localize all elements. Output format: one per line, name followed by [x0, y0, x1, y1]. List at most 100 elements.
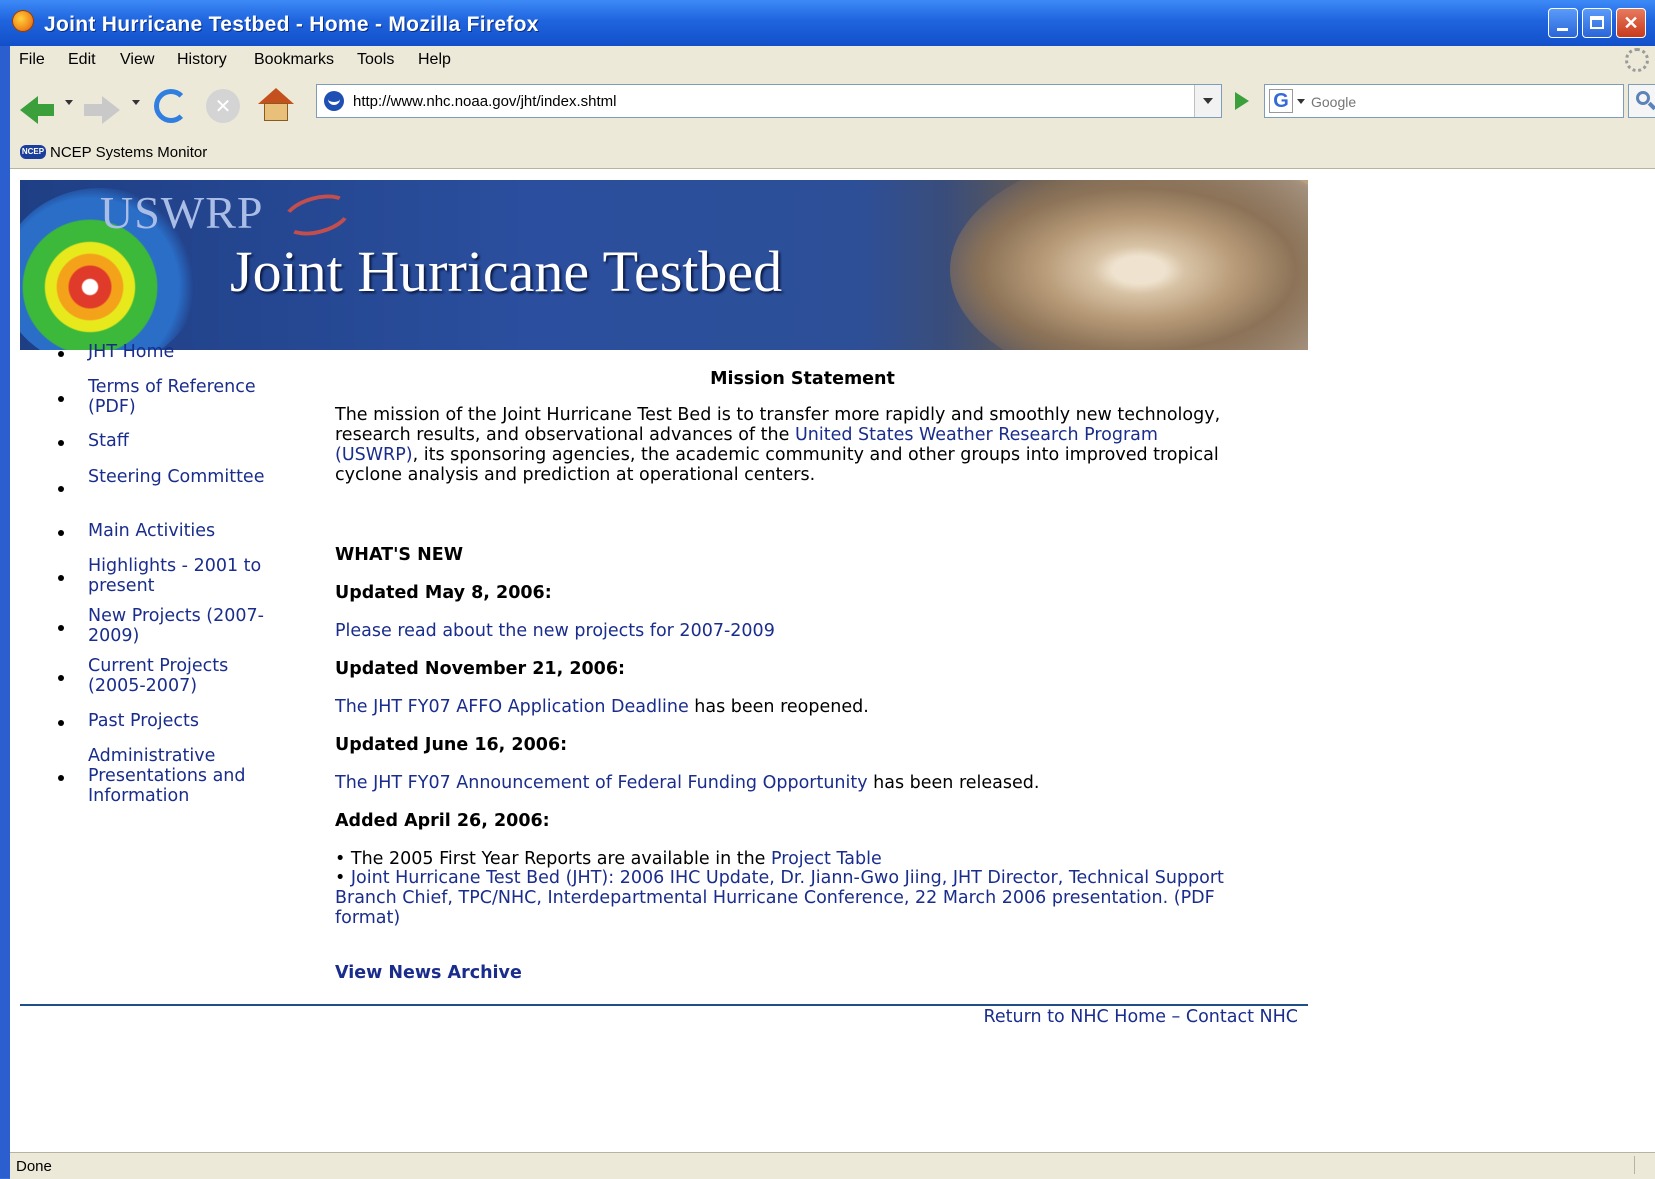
menu-bar: File Edit View History Bookmarks Tools H…: [10, 46, 1655, 76]
url-text[interactable]: http://www.nhc.noaa.gov/jht/index.shtml: [353, 93, 616, 110]
menu-bookmarks[interactable]: Bookmarks: [254, 51, 334, 69]
update-line: The JHT FY07 AFFO Application Deadline h…: [335, 697, 1235, 717]
search-engine-dropdown[interactable]: [1297, 99, 1305, 104]
bullet-icon: [58, 575, 64, 581]
added-item: • The 2005 First Year Reports are availa…: [335, 849, 1235, 869]
back-history-dropdown[interactable]: [65, 100, 73, 105]
reload-icon[interactable]: [154, 89, 188, 123]
stop-icon[interactable]: ✕: [206, 89, 240, 123]
navigation-toolbar: ✕ http://www.nhc.noaa.gov/jht/index.shtm…: [10, 76, 1655, 136]
forward-history-dropdown[interactable]: [132, 100, 140, 105]
bullet-icon: [58, 440, 64, 446]
project-table-link[interactable]: Project Table: [771, 849, 882, 869]
mission-text-post: , its sponsoring agencies, the academic …: [335, 445, 1219, 485]
window-border: [0, 46, 10, 1178]
search-button[interactable]: [1628, 84, 1655, 118]
bullet-icon: [58, 396, 64, 402]
added-date: Added April 26, 2006:: [335, 811, 550, 831]
jht-banner: USWRP Joint Hurricane Testbed: [20, 180, 1308, 350]
menu-edit[interactable]: Edit: [68, 51, 96, 69]
firefox-icon: [12, 10, 34, 32]
back-button[interactable]: [16, 86, 56, 126]
address-bar[interactable]: http://www.nhc.noaa.gov/jht/index.shtml: [316, 84, 1222, 118]
title-bar: Joint Hurricane Testbed - Home - Mozilla…: [0, 0, 1655, 46]
go-button[interactable]: [1225, 86, 1255, 116]
page-content: USWRP Joint Hurricane Testbed JHT Home T…: [10, 169, 1655, 1152]
funding-opportunity-link[interactable]: The JHT FY07 Announcement of Federal Fun…: [335, 773, 868, 793]
forward-arrow-tail: [84, 104, 102, 116]
resize-grip[interactable]: [1634, 1156, 1653, 1174]
mission-statement: The mission of the Joint Hurricane Test …: [335, 405, 1235, 485]
added-text: • The 2005 First Year Reports are availa…: [335, 849, 772, 869]
status-text: Done: [16, 1158, 52, 1175]
update-text: has been reopened.: [688, 697, 869, 717]
home-icon[interactable]: [258, 88, 294, 124]
contact-nhc-link[interactable]: Contact NHC: [1186, 1007, 1298, 1027]
google-engine-icon[interactable]: G: [1269, 89, 1293, 113]
bullet-icon: [58, 530, 64, 536]
menu-history[interactable]: History: [177, 51, 227, 69]
sidebar-link-steering-committee[interactable]: Steering Committee: [88, 467, 288, 487]
archive-line: View News Archive: [335, 963, 522, 983]
search-bar[interactable]: G: [1264, 84, 1624, 118]
return-nhc-home-link[interactable]: Return to NHC Home: [984, 1007, 1166, 1027]
ncep-icon: NCEP: [20, 145, 46, 159]
noaa-site-icon: [324, 91, 344, 111]
sidebar-link-new-projects[interactable]: New Projects (2007-2009): [88, 606, 288, 646]
sidebar-link-admin-presentations[interactable]: Administrative Presentations and Informa…: [88, 746, 288, 806]
update-date: Updated June 16, 2006:: [335, 735, 568, 755]
hurricane-swirl-icon: [278, 187, 356, 243]
bullet-icon: [58, 675, 64, 681]
update-line: The JHT FY07 Announcement of Federal Fun…: [335, 773, 1235, 793]
home-roof: [258, 88, 294, 104]
sidebar-link-current-projects[interactable]: Current Projects (2005-2007): [88, 656, 288, 696]
update-date: Updated November 21, 2006:: [335, 659, 626, 679]
close-button[interactable]: ✕: [1616, 8, 1646, 38]
sidebar-link-staff[interactable]: Staff: [88, 431, 288, 451]
footer-links: Return to NHC Home – Contact NHC: [984, 1007, 1299, 1027]
bullet-icon: [58, 351, 64, 357]
view-news-archive-link[interactable]: View News Archive: [335, 963, 522, 983]
bookmark-ncep-systems-monitor[interactable]: NCEP Systems Monitor: [50, 144, 207, 161]
whats-new-heading: WHAT'S NEW: [335, 545, 464, 565]
menu-view[interactable]: View: [120, 51, 154, 69]
added-item: • Joint Hurricane Test Bed (JHT): 2006 I…: [335, 868, 1235, 928]
menu-file[interactable]: File: [19, 51, 45, 69]
forward-arrow-icon: [102, 96, 120, 124]
minimize-icon: [1557, 28, 1568, 31]
banner-headline: Joint Hurricane Testbed: [230, 239, 783, 304]
sidebar-link-jht-home[interactable]: JHT Home: [88, 342, 288, 362]
url-history-dropdown[interactable]: [1194, 85, 1221, 117]
ihc-presentation-link[interactable]: Joint Hurricane Test Bed (JHT): 2006 IHC…: [335, 868, 1224, 928]
close-icon: ✕: [1623, 13, 1639, 33]
mission-title: Mission Statement: [710, 369, 895, 389]
footer-separator: –: [1165, 1007, 1186, 1027]
sidebar-link-highlights[interactable]: Highlights - 2001 to present: [88, 556, 288, 596]
status-bar: Done: [10, 1152, 1655, 1179]
footer-divider: [20, 1004, 1308, 1006]
update-line: Please read about the new projects for 2…: [335, 621, 1235, 641]
bullet-icon: [58, 775, 64, 781]
hurricane-satellite-image: [950, 180, 1308, 350]
bullet-icon: [58, 486, 64, 492]
maximize-button[interactable]: [1582, 8, 1612, 38]
minimize-button[interactable]: [1548, 8, 1578, 38]
sidebar-link-past-projects[interactable]: Past Projects: [88, 711, 288, 731]
bookmarks-toolbar: NCEP NCEP Systems Monitor: [10, 136, 1655, 169]
added-bullet: •: [335, 868, 351, 888]
menu-help[interactable]: Help: [418, 51, 451, 69]
sidebar-link-main-activities[interactable]: Main Activities: [88, 521, 288, 541]
sidebar-link-terms-of-reference[interactable]: Terms of Reference (PDF): [88, 377, 288, 417]
bullet-icon: [58, 720, 64, 726]
throbber-icon: [1625, 48, 1649, 72]
bullet-icon: [58, 625, 64, 631]
affo-deadline-link[interactable]: The JHT FY07 AFFO Application Deadline: [335, 697, 689, 717]
menu-tools[interactable]: Tools: [357, 51, 394, 69]
new-projects-link[interactable]: Please read about the new projects for 2…: [335, 621, 775, 641]
search-input[interactable]: [1309, 88, 1603, 116]
home-body: [264, 103, 288, 121]
forward-button[interactable]: [82, 86, 122, 126]
uswrp-logo: USWRP: [100, 187, 264, 238]
magnifier-handle: [1647, 101, 1655, 111]
update-date: Updated May 8, 2006:: [335, 583, 552, 603]
